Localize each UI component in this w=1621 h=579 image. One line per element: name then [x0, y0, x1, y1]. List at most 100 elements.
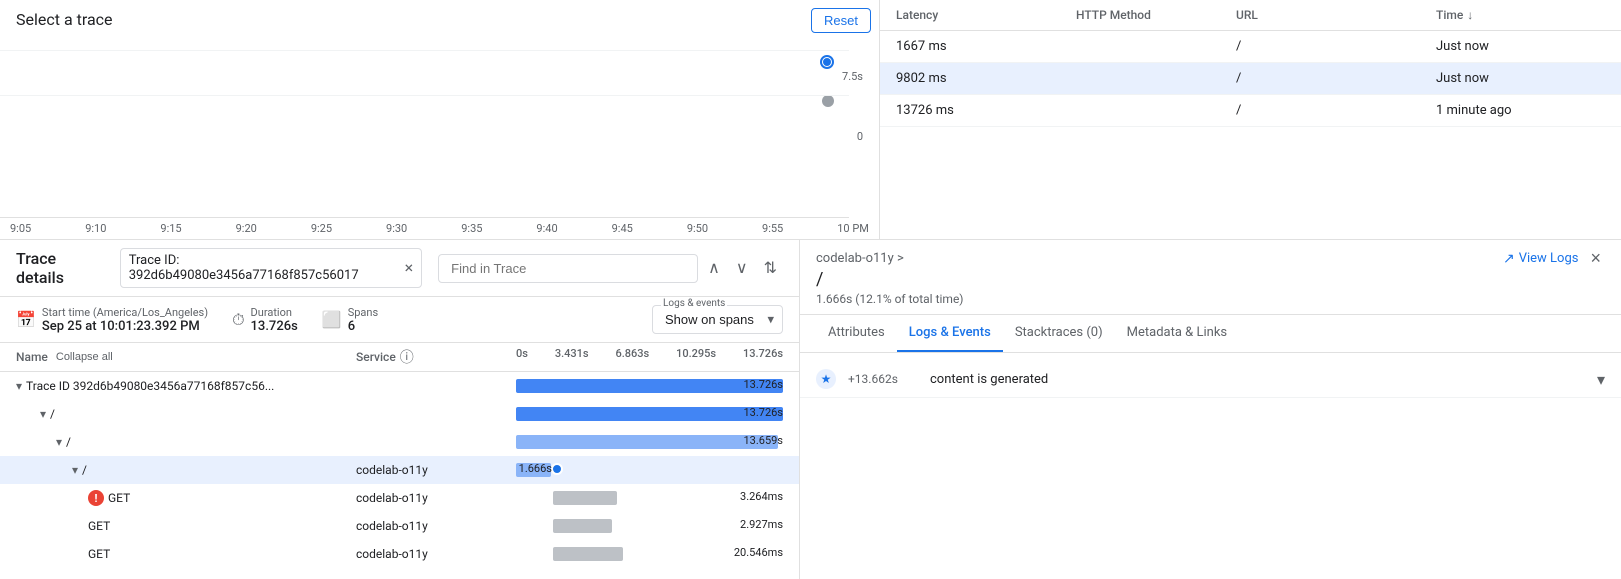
reset-button[interactable]: Reset: [811, 8, 871, 33]
span-row[interactable]: ▾ / 13.659s: [0, 428, 799, 456]
row1-time: Just now: [1436, 39, 1586, 54]
start-time-item: 📅 Start time (America/Los_Angeles) Sep 2…: [16, 306, 208, 334]
logs-events-group[interactable]: Logs & events Show on spans Hide Show as…: [652, 305, 783, 334]
trace-id-value: Trace ID: 392d6b49080e3456a77168f857c560…: [129, 253, 399, 283]
span-name-label: /: [82, 463, 87, 477]
spans-value: 6: [348, 319, 378, 334]
row2-latency: 9802 ms: [896, 71, 1076, 86]
col-time[interactable]: Time ↓: [1436, 8, 1586, 22]
col-latency[interactable]: Latency: [896, 8, 1076, 22]
span-row[interactable]: ! GET codelab-o11y 3.264ms: [0, 484, 799, 512]
spans-column-headers: Name Collapse all Service ⓘ 0s 3.431s 6.…: [0, 343, 799, 372]
row2-time: Just now: [1436, 71, 1586, 86]
span-bar-container: 13.726s: [516, 378, 783, 394]
row1-url: /: [1236, 39, 1436, 54]
span-row[interactable]: ▾ / 13.726s: [0, 400, 799, 428]
span-bar: [553, 547, 622, 561]
log-message: content is generated: [930, 372, 1585, 387]
span-bar-container: 1.666s: [516, 462, 783, 478]
time-label-11: 10 PM: [837, 222, 869, 235]
table-row[interactable]: 1667 ms / Just now: [880, 31, 1621, 63]
time-label-5: 9:30: [386, 222, 407, 235]
row3-time: 1 minute ago: [1436, 103, 1586, 118]
collapse-all-button[interactable]: Collapse all: [54, 351, 115, 363]
span-service: codelab-o11y: [356, 463, 516, 477]
detail-content: ★ +13.662s content is generated ▾: [800, 353, 1621, 579]
scatter-dot-2[interactable]: [822, 95, 834, 107]
span-bar-container: 3.264ms: [516, 490, 783, 506]
start-time-label: Start time (America/Los_Angeles): [42, 306, 208, 319]
find-in-trace-container: ∧ ∨ ⇅: [438, 254, 783, 283]
trace-id-close-icon[interactable]: ×: [405, 260, 414, 276]
log-expand-icon[interactable]: ▾: [1597, 370, 1605, 389]
trace-meta: 📅 Start time (America/Los_Angeles) Sep 2…: [0, 297, 799, 343]
row3-latency: 13726 ms: [896, 103, 1076, 118]
detail-subtitle: 1.666s (12.1% of total time): [816, 292, 1605, 306]
span-name-label: GET: [108, 491, 130, 505]
tl-1: 3.431s: [555, 347, 589, 367]
spans-item: ⬜ Spans 6: [322, 306, 378, 334]
time-label-1: 9:10: [85, 222, 106, 235]
time-label-8: 9:45: [612, 222, 633, 235]
start-time-value: Sep 25 at 10:01:23.392 PM: [42, 319, 208, 334]
tab-logs-events[interactable]: Logs & Events: [897, 315, 1003, 352]
span-bar: [553, 491, 617, 505]
log-entry[interactable]: ★ +13.662s content is generated ▾: [800, 361, 1621, 398]
find-in-trace-input[interactable]: [438, 254, 698, 283]
span-name-label: /: [50, 407, 55, 421]
spans-icon: ⬜: [322, 310, 342, 329]
close-detail-button[interactable]: ×: [1586, 248, 1605, 269]
tab-attributes[interactable]: Attributes: [816, 315, 897, 352]
find-next-button[interactable]: ∨: [730, 254, 754, 282]
span-name-label: Trace ID 392d6b49080e3456a77168f857c56..…: [26, 379, 274, 393]
span-bar-container: 13.726s: [516, 406, 783, 422]
span-service: codelab-o11y: [356, 547, 516, 561]
duration-item: ⏱ Duration 13.726s: [232, 306, 298, 334]
scatter-dot-selected[interactable]: [820, 55, 834, 69]
spans-tree: ▾ Trace ID 392d6b49080e3456a77168f857c56…: [0, 372, 799, 579]
span-bar-container: 13.659s: [516, 434, 783, 450]
time-axis: 9:05 9:10 9:15 9:20 9:25 9:30 9:35 9:40 …: [0, 222, 879, 235]
row3-url: /: [1236, 103, 1436, 118]
y-label-7-5s: 7.5s: [842, 70, 863, 83]
span-duration: 3.264ms: [740, 490, 783, 503]
span-row[interactable]: GET codelab-o11y 20.546ms: [0, 540, 799, 568]
time-label-7: 9:40: [536, 222, 557, 235]
span-row[interactable]: GET codelab-o11y 2.927ms: [0, 512, 799, 540]
span-service: codelab-o11y: [356, 491, 516, 505]
sort-icon: ↓: [1467, 8, 1473, 22]
span-row[interactable]: ▾ Trace ID 392d6b49080e3456a77168f857c56…: [0, 372, 799, 400]
detail-title: /: [816, 269, 1605, 290]
find-prev-button[interactable]: ∧: [702, 254, 726, 282]
col-method[interactable]: HTTP Method: [1076, 8, 1236, 22]
detail-panel: codelab-o11y > ↗ View Logs × / 1.666s (1…: [800, 240, 1621, 579]
trace-id-field[interactable]: Trace ID: 392d6b49080e3456a77168f857c560…: [120, 248, 422, 288]
find-expand-button[interactable]: ⇅: [758, 254, 783, 282]
service-column-header: Service ⓘ: [356, 347, 516, 367]
span-duration: 13.659s: [744, 434, 784, 447]
time-label-4: 9:25: [311, 222, 332, 235]
span-name-label: GET: [88, 547, 110, 561]
time-label-0: 9:05: [10, 222, 31, 235]
chevron-down-icon: ▾: [72, 463, 78, 477]
detail-breadcrumb: codelab-o11y >: [816, 251, 904, 266]
tab-stacktraces[interactable]: Stacktraces (0): [1003, 315, 1115, 352]
detail-tabs: Attributes Logs & Events Stacktraces (0)…: [800, 315, 1621, 353]
span-bar: [516, 435, 778, 449]
logs-events-label: Logs & events: [661, 298, 727, 309]
view-logs-button[interactable]: ↗ View Logs: [1503, 251, 1579, 267]
tab-metadata-links[interactable]: Metadata & Links: [1115, 315, 1239, 352]
chevron-down-icon: ▾: [56, 435, 62, 449]
span-service: codelab-o11y: [356, 519, 516, 533]
span-row-active[interactable]: ▾ / codelab-o11y 1.666s: [0, 456, 799, 484]
table-row[interactable]: 13726 ms / 1 minute ago: [880, 95, 1621, 127]
chevron-down-icon: ▾: [40, 407, 46, 421]
tl-2: 6.863s: [615, 347, 649, 367]
col-url[interactable]: URL: [1236, 8, 1436, 22]
time-label-6: 9:35: [461, 222, 482, 235]
table-row[interactable]: 9802 ms / Just now: [880, 63, 1621, 95]
time-label-2: 9:15: [160, 222, 181, 235]
span-name-label: /: [66, 435, 71, 449]
logs-events-select[interactable]: Show on spans Hide Show as table: [661, 308, 774, 331]
timeline-header: 0s 3.431s 6.863s 10.295s 13.726s: [516, 347, 783, 367]
